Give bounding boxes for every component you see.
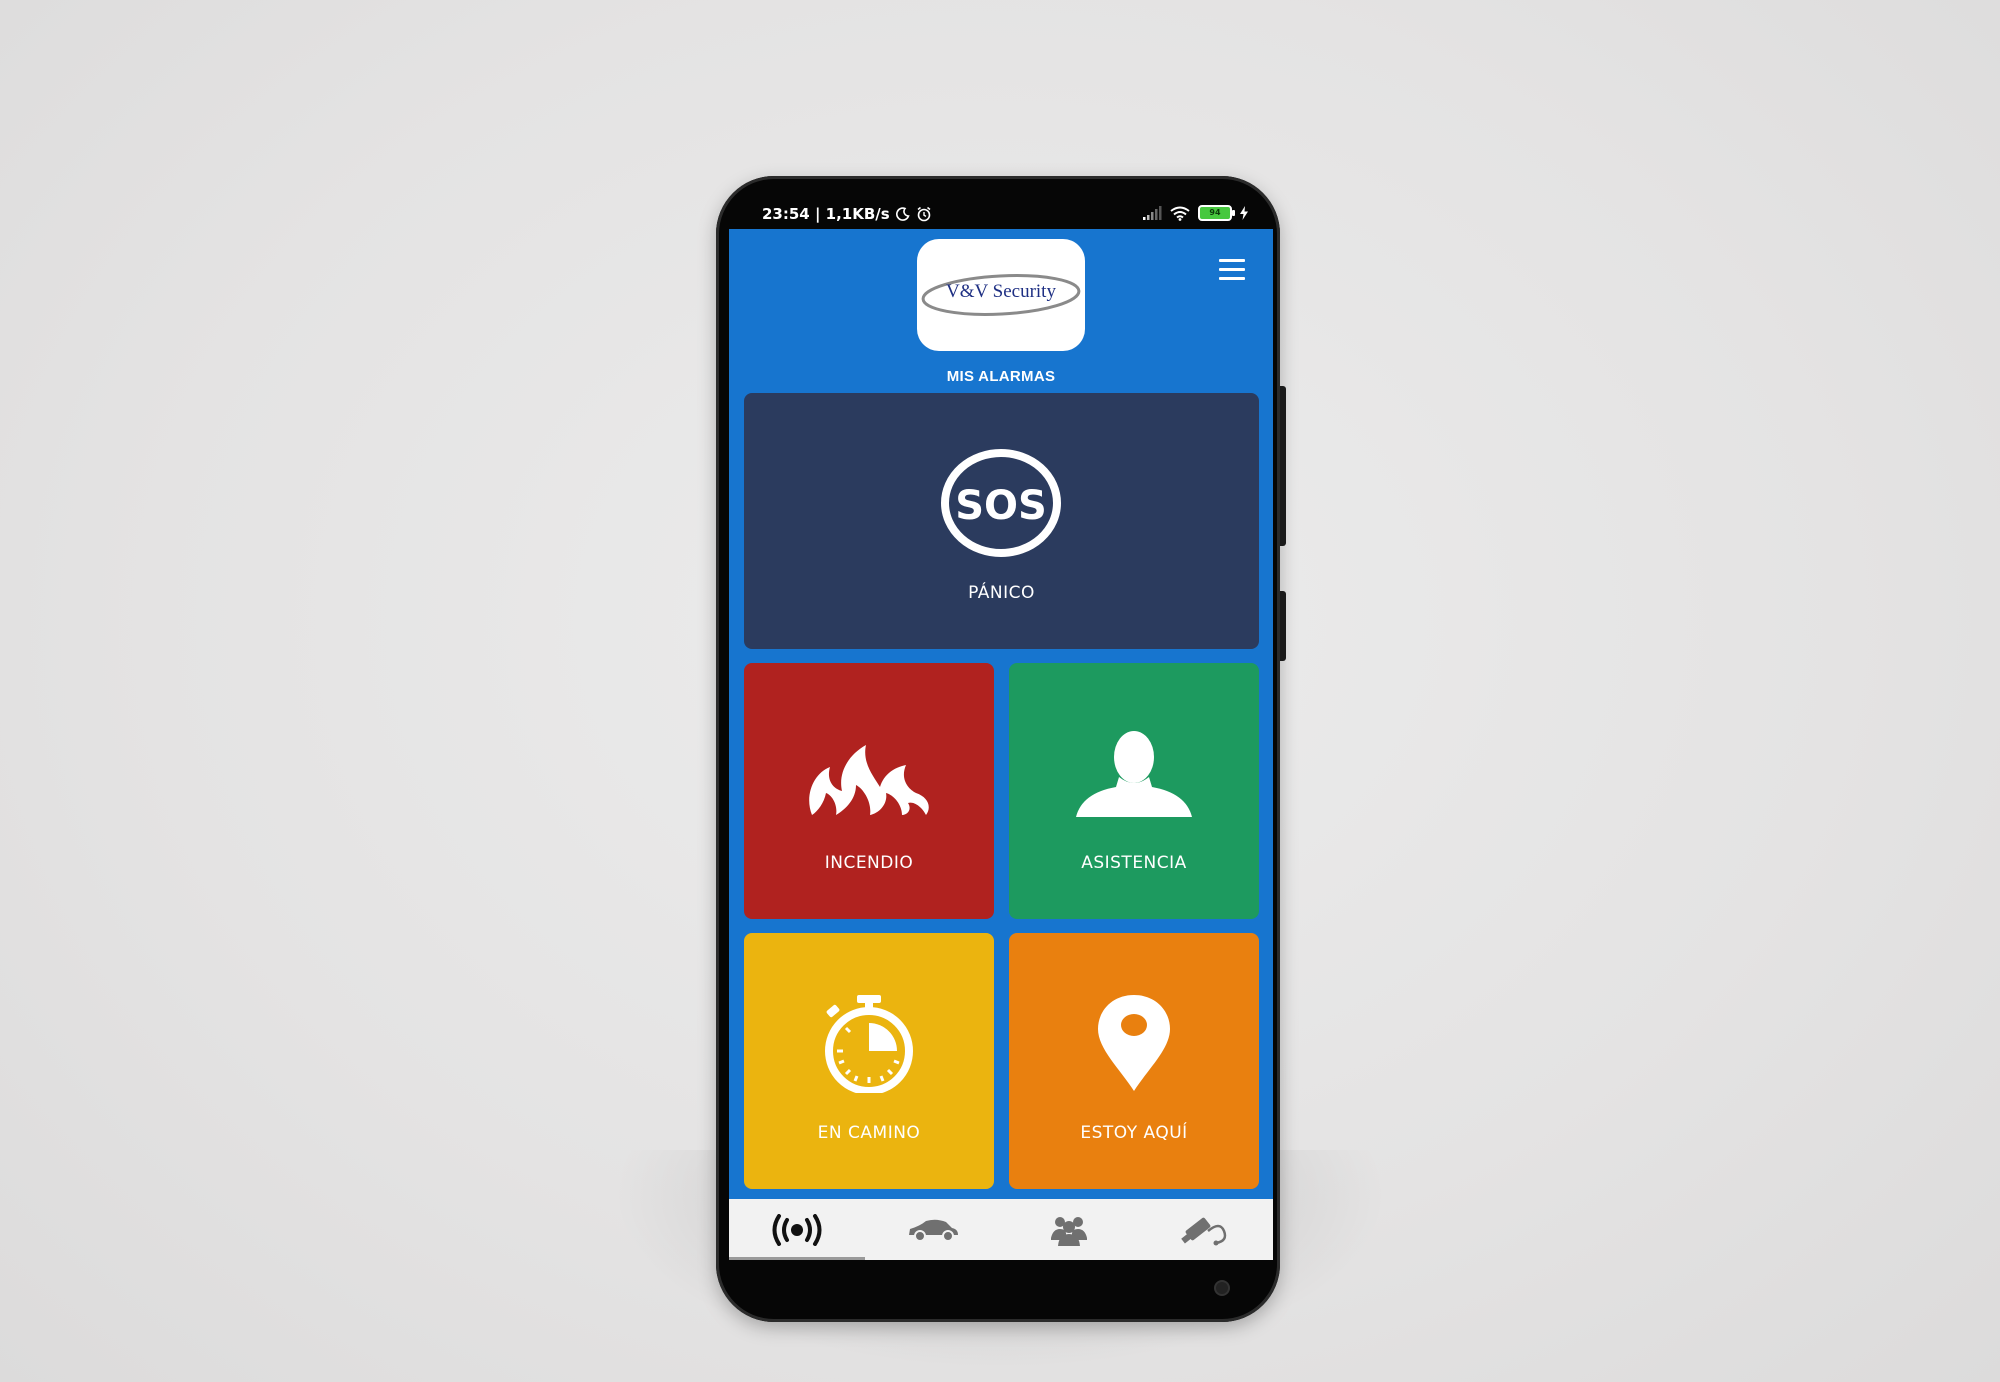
active-tab-indicator [729,1257,865,1260]
car-icon [909,1219,958,1242]
wifi-icon [1170,206,1190,221]
fire-alarm-button[interactable]: INCENDIO [744,663,994,919]
volume-button [1280,386,1286,546]
panic-label: PÁNICO [968,583,1035,603]
person-icon [1076,731,1192,817]
status-time-network: 23:54 | 1,1KB/s [762,205,890,223]
hamburger-menu-icon[interactable] [1219,259,1245,281]
location-pin-icon [1098,995,1170,1091]
i-am-here-alarm-button[interactable]: ESTOY AQUÍ [1009,933,1259,1189]
nav-tab-contacts[interactable] [1001,1199,1137,1260]
on-the-way-label: EN CAMINO [817,1123,921,1143]
sos-icon-text: SOS [955,483,1047,529]
group-icon [1051,1216,1087,1246]
stopwatch-icon [825,995,913,1093]
sos-icon: SOS [941,449,1061,557]
fire-icon [809,745,929,815]
nav-tab-vehicle[interactable] [865,1199,1001,1260]
camera-icon [1181,1217,1227,1245]
i-am-here-label: ESTOY AQUÍ [1080,1123,1188,1143]
battery-indicator: 94 [1198,205,1235,221]
app-content: V&V Security MIS ALARMAS SOS PÁNICO INCE… [729,229,1273,1260]
status-right: 94 [1142,205,1248,221]
signal-icon [1143,206,1162,220]
on-the-way-alarm-button[interactable]: EN CAMINO [744,933,994,1189]
front-camera [1216,1282,1228,1294]
moon-icon [895,207,910,221]
panic-alarm-button[interactable]: SOS PÁNICO [744,393,1259,649]
nav-tab-cameras[interactable] [1137,1199,1273,1260]
alarm-clock-icon [917,206,931,222]
logo-text: V&V Security [946,281,1056,302]
company-logo: V&V Security [917,239,1085,351]
nav-tab-alarms[interactable] [729,1199,865,1260]
alarm-broadcast-icon [772,1213,822,1246]
fire-label: INCENDIO [824,853,914,873]
section-title: MIS ALARMAS [946,368,1056,385]
status-bar: 23:54 | 1,1KB/s 94 [716,176,1280,229]
power-button [1280,591,1286,661]
status-left: 23:54 | 1,1KB/s [762,205,932,223]
charging-bolt-icon [1240,206,1248,220]
assistance-alarm-button[interactable]: ASISTENCIA [1009,663,1259,919]
assistance-label: ASISTENCIA [1081,853,1187,873]
phone-frame: 23:54 | 1,1KB/s 94 V&V Security MIS ALAR… [716,176,1286,1322]
bottom-navigation [729,1199,1273,1260]
